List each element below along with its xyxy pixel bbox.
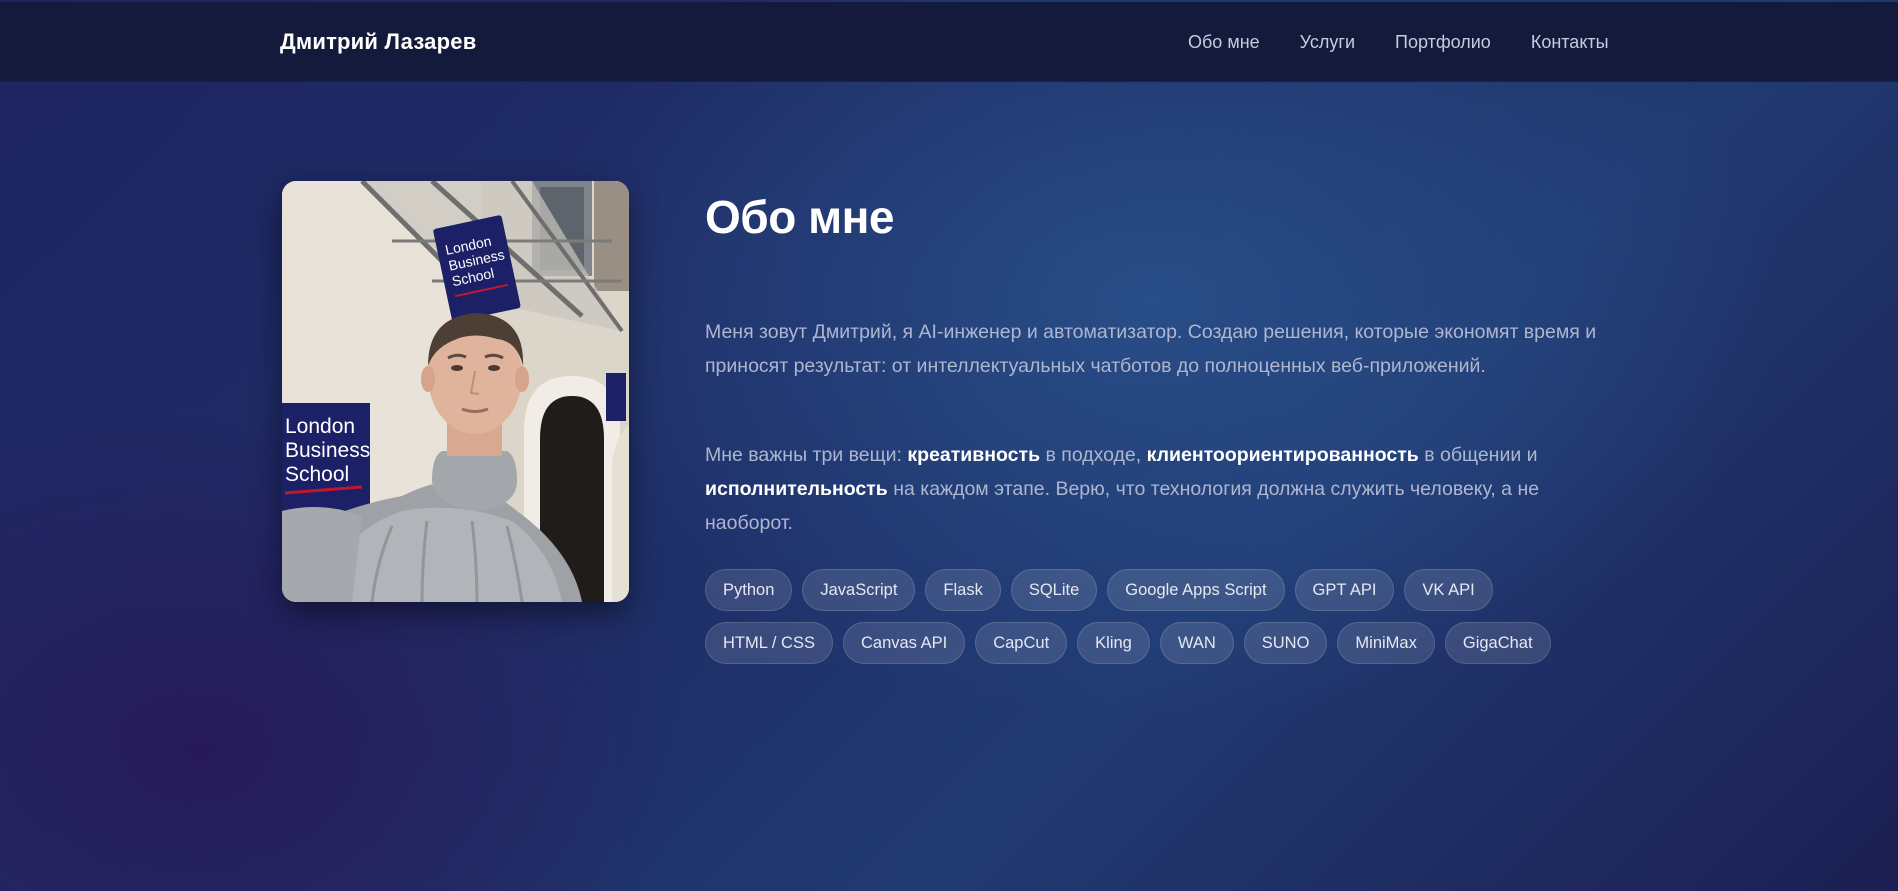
profile-photo: London Business School London Business S… [282, 181, 629, 602]
skills-tags: Python JavaScript Flask SQLite Google Ap… [705, 569, 1605, 664]
about-heading: Обо мне [705, 191, 894, 243]
skill-tag-kling: Kling [1077, 622, 1150, 664]
skill-tag-flask: Flask [925, 569, 1001, 611]
keyword-client-orientation: клиентоориентированность [1146, 444, 1419, 466]
skill-tag-capcut: CapCut [975, 622, 1068, 664]
svg-text:London: London [285, 415, 355, 438]
top-navbar: Дмитрий Лазарев Обо мне Услуги Портфолио… [0, 2, 1898, 82]
nav-link-portfolio[interactable]: Портфолио [1395, 32, 1491, 53]
skill-tag-gigachat: GigaChat [1444, 622, 1551, 664]
skill-tag-canvas-api: Canvas API [842, 622, 966, 664]
about-values-text: Мне важны три вещи: креативность в подхо… [705, 444, 1540, 534]
nav-link-about[interactable]: Обо мне [1188, 32, 1260, 53]
brand-logo[interactable]: Дмитрий Лазарев [280, 29, 476, 55]
about-intro-text: Меня зовут Дмитрий, я AI-инженер и автом… [705, 321, 1597, 377]
skill-tag-suno: SUNO [1243, 622, 1328, 664]
skill-tag-python: Python [705, 569, 793, 611]
skill-tag-html-css: HTML / CSS [705, 622, 833, 664]
skill-tag-sqlite: SQLite [1010, 569, 1098, 611]
skill-tag-gpt-api: GPT API [1294, 569, 1395, 611]
skill-tag-google-apps-script: Google Apps Script [1107, 569, 1285, 611]
skill-tag-wan: WAN [1159, 622, 1234, 664]
nav-link-services[interactable]: Услуги [1300, 32, 1355, 53]
svg-text:School: School [285, 463, 349, 486]
keyword-creativity: креативность [907, 444, 1041, 466]
skill-tag-javascript: JavaScript [802, 569, 916, 611]
skill-tag-minimax: MiniMax [1337, 622, 1435, 664]
skill-tag-vk-api: VK API [1404, 569, 1493, 611]
keyword-diligence: исполнительность [705, 478, 888, 500]
svg-text:Business: Business [285, 439, 370, 462]
nav-link-contacts[interactable]: Контакты [1531, 32, 1609, 53]
nav-links: Обо мне Услуги Портфолио Контакты [1188, 32, 1609, 53]
